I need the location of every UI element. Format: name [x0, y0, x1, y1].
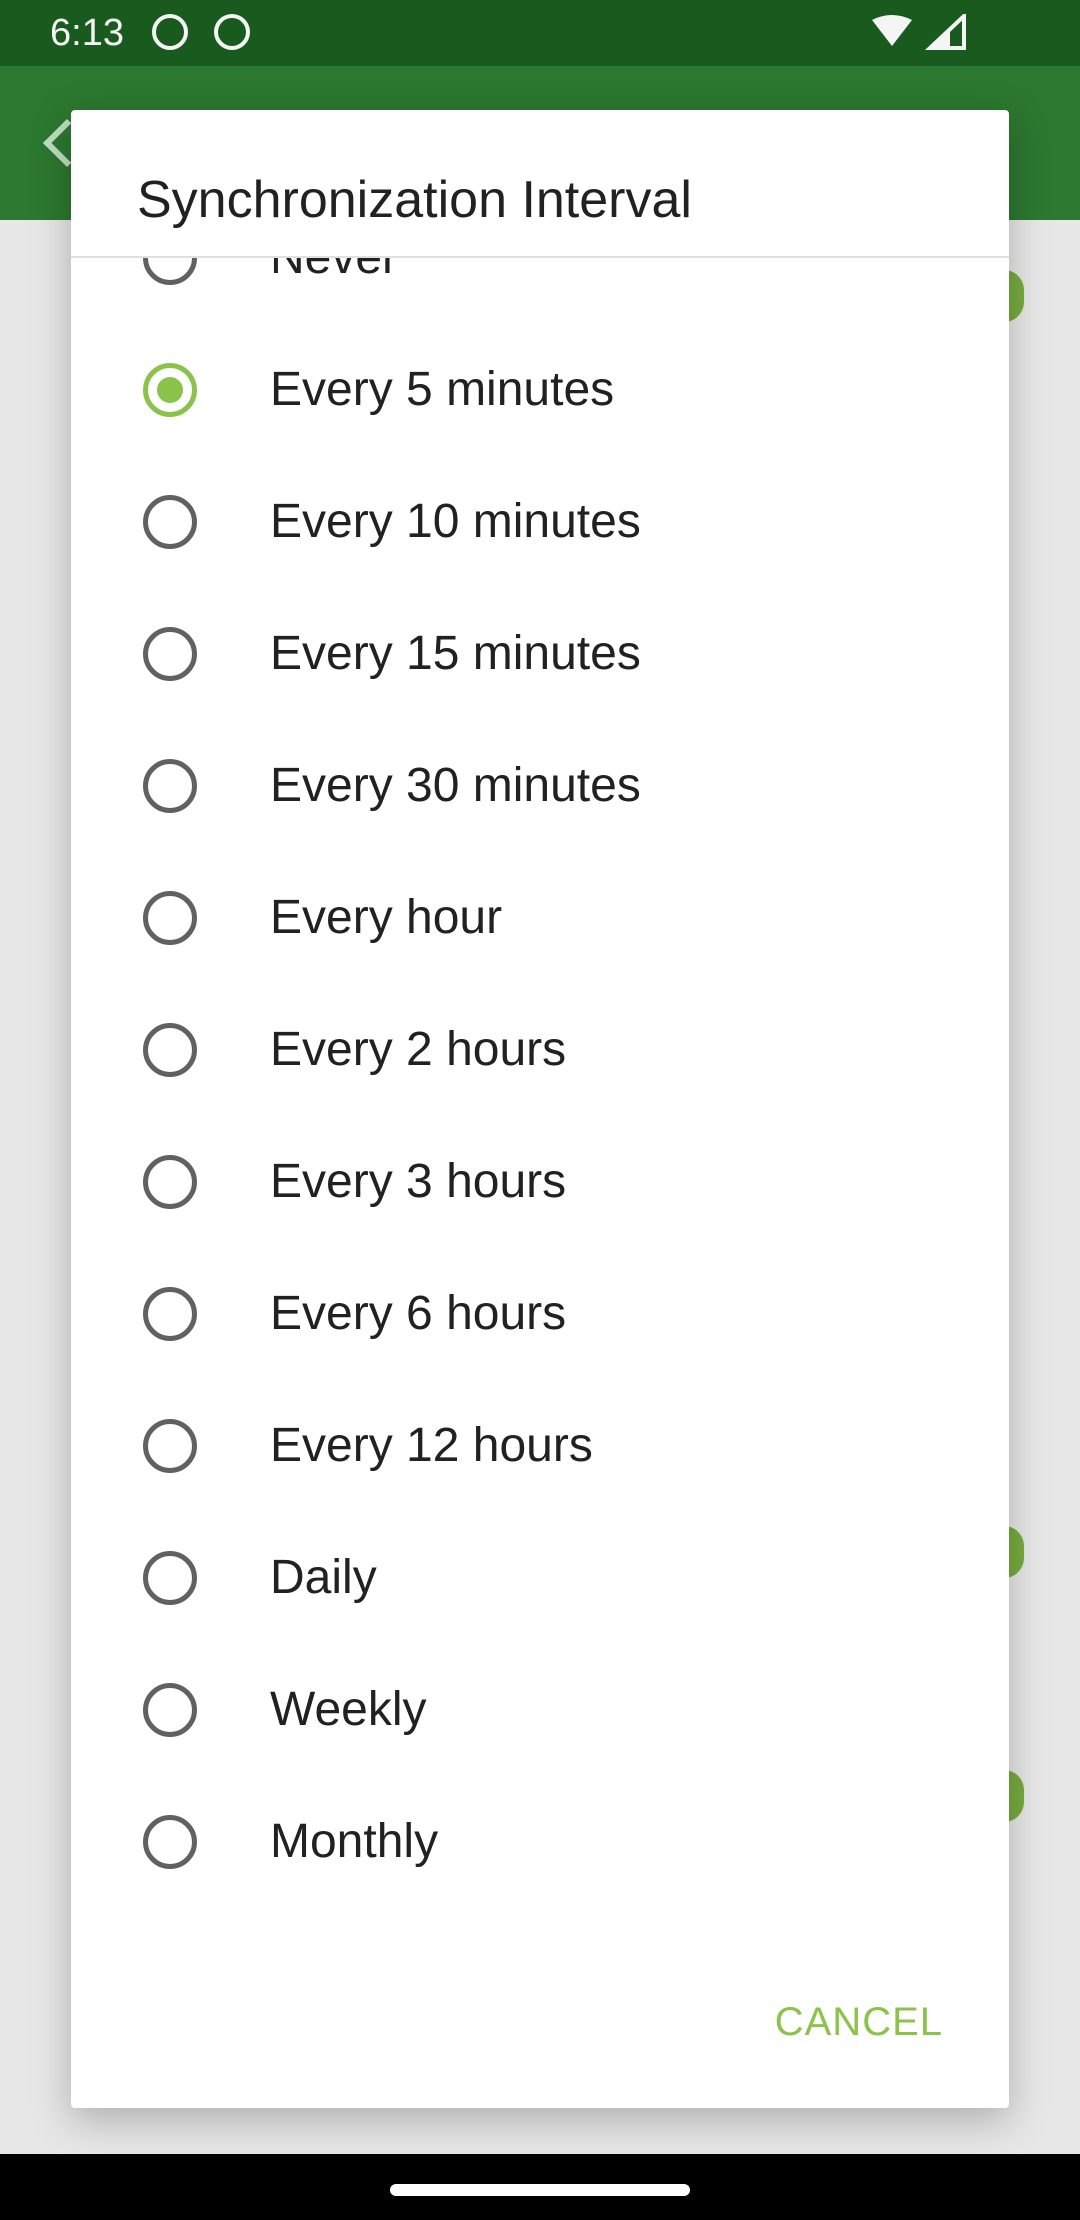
option-every-10-minutes[interactable]: Every 10 minutes	[71, 456, 1009, 588]
option-daily[interactable]: Daily	[71, 1512, 1009, 1644]
radio-button[interactable]	[143, 1815, 197, 1869]
option-every-2-hours[interactable]: Every 2 hours	[71, 984, 1009, 1116]
option-weekly[interactable]: Weekly	[71, 1644, 1009, 1776]
radio-button[interactable]	[143, 891, 197, 945]
option-label: Every 10 minutes	[270, 495, 641, 548]
option-label: Every 6 hours	[270, 1287, 567, 1340]
sync-interval-dialog: Synchronization Interval Never Every 5 m…	[71, 110, 1009, 2108]
dialog-title: Synchronization Interval	[137, 171, 692, 229]
radio-button[interactable]	[143, 1419, 197, 1473]
option-every-15-minutes[interactable]: Every 15 minutes	[71, 588, 1009, 720]
option-label: Daily	[270, 1551, 377, 1604]
options-list[interactable]: Never Every 5 minutes Every 10 minutes E…	[71, 258, 1009, 2048]
option-label: Every 2 hours	[270, 1023, 567, 1076]
radio-button[interactable]	[143, 1287, 197, 1341]
option-label: Every hour	[270, 891, 503, 944]
option-every-3-hours[interactable]: Every 3 hours	[71, 1116, 1009, 1248]
radio-button[interactable]	[143, 258, 197, 285]
radio-button[interactable]	[143, 1155, 197, 1209]
option-monthly[interactable]: Monthly	[71, 1776, 1009, 1908]
option-label: Every 12 hours	[270, 1419, 593, 1472]
option-label: Never	[270, 258, 398, 284]
radio-button[interactable]	[143, 1023, 197, 1077]
option-label: Every 3 hours	[270, 1155, 567, 1208]
radio-button[interactable]	[143, 1551, 197, 1605]
option-every-30-minutes[interactable]: Every 30 minutes	[71, 720, 1009, 852]
radio-button[interactable]	[143, 495, 197, 549]
option-every-12-hours[interactable]: Every 12 hours	[71, 1380, 1009, 1512]
radio-button[interactable]	[143, 759, 197, 813]
cancel-button[interactable]: CANCEL	[775, 2000, 943, 2045]
radio-button[interactable]	[143, 1683, 197, 1737]
radio-button-selected[interactable]	[143, 363, 197, 417]
radio-button[interactable]	[143, 627, 197, 681]
option-label: Monthly	[270, 1815, 439, 1868]
option-label: Every 5 minutes	[270, 363, 615, 416]
radio-dot	[157, 377, 183, 403]
option-label: Every 15 minutes	[270, 627, 641, 680]
navigation-bar	[0, 2154, 1080, 2220]
option-every-5-minutes[interactable]: Every 5 minutes	[71, 324, 1009, 456]
option-label: Weekly	[270, 1683, 427, 1736]
home-gesture-handle[interactable]	[390, 2184, 690, 2196]
option-every-6-hours[interactable]: Every 6 hours	[71, 1248, 1009, 1380]
option-never[interactable]: Never	[71, 258, 1009, 324]
option-label: Every 30 minutes	[270, 759, 641, 812]
option-every-hour[interactable]: Every hour	[71, 852, 1009, 984]
